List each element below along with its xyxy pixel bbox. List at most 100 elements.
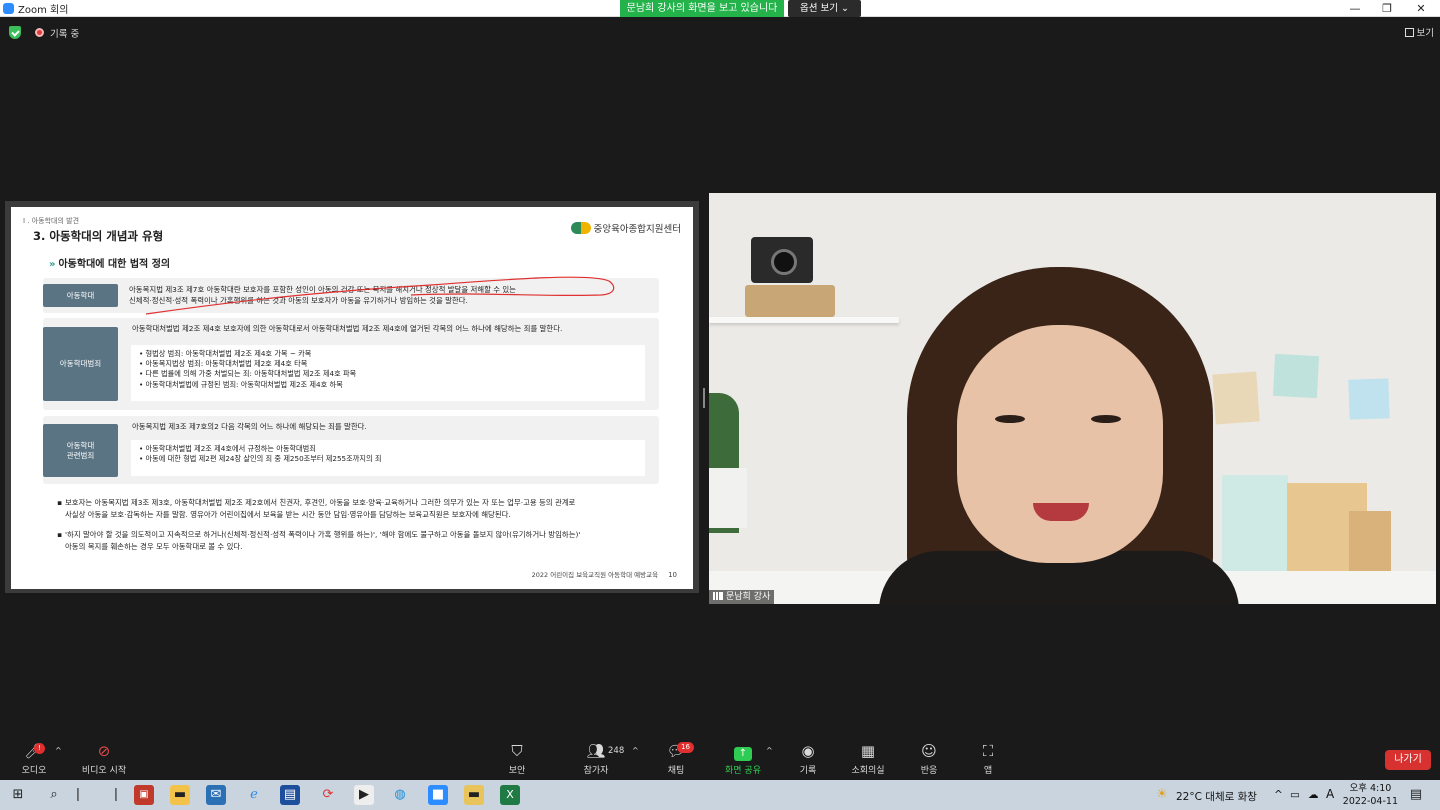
definition-row-related-crime: 아동학대 관련범죄 아동복지법 제3조 제7호의2 다음 각목의 어느 하나에 … <box>43 416 659 484</box>
breakout-label: 소회의실 <box>851 766 885 776</box>
section-heading-text: 아동학대에 대한 법적 정의 <box>58 259 171 270</box>
tray-chevron-icon[interactable]: ^ <box>1274 789 1283 801</box>
list-item: • 아동학대처벌법에 규정된 범죄: 아동학대처벌법 제2조 제4호 하목 <box>139 379 343 389</box>
mouth <box>1033 503 1089 521</box>
audio-caret-icon[interactable]: ^ <box>55 746 62 755</box>
zoom-app-icon <box>3 3 14 14</box>
mail-icon[interactable]: ✉ <box>206 785 226 805</box>
participant-name: 문남희 강사 <box>726 592 771 602</box>
split-divider-handle[interactable] <box>703 388 705 408</box>
list-item: • 아동에 대한 형법 제2편 제24장 살인의 죄 중 제250조부터 제25… <box>139 454 382 464</box>
share-caret-icon[interactable]: ^ <box>766 746 773 755</box>
taskbar-clock[interactable]: 오후 4:10 2022-04-11 <box>1343 782 1398 808</box>
audio-warning-badge: ! <box>34 743 45 754</box>
note-definition: ▪ '하지 말아야 할 것을 의도적이고 지속적으로 하거나(신체적·정신적·성… <box>57 529 655 553</box>
windows-start-icon[interactable]: ⊞ <box>8 785 28 805</box>
share-screen-button[interactable]: ↑ 화면 공유 <box>718 742 768 778</box>
apps-button[interactable]: ⛶ 앱 <box>978 742 998 778</box>
taskbar-app-icon[interactable]: ⟳ <box>318 785 338 805</box>
chat-unread-badge: 16 <box>677 742 694 753</box>
definition-tag: 아동학대 <box>43 284 118 307</box>
note-line: 사실상 아동을 보호·감독하는 자를 말함. 영유아가 어린이집에서 보육을 받… <box>65 509 511 519</box>
page-number: 10 <box>668 571 677 579</box>
weather-icon: ☀ <box>1156 787 1168 802</box>
ie-browser-icon[interactable]: ℯ <box>244 785 264 805</box>
close-button[interactable]: ✕ <box>1404 0 1438 17</box>
pencil-holder-prop <box>1349 511 1391 571</box>
sticky-note-prop <box>1212 371 1260 425</box>
presentation-slide: I . 아동학대의 발견 3. 아동학대의 개념과 유형 중앙육아종합지원센터 … <box>11 207 693 589</box>
view-options-button[interactable]: 옵션 보기 ⌄ <box>788 0 861 17</box>
note-guardian: ▪ 보호자는 아동복지법 제3조 제3호, 아동학대처벌법 제2조 제2호에서 … <box>57 497 655 521</box>
definition-row-child-abuse: 아동학대 아동복지법 제3조 제7호 아동학대란 보호자를 포함한 성인이 아동… <box>43 278 659 313</box>
security-button[interactable]: ⛉ 보안 <box>502 742 532 778</box>
task-view-icon[interactable]: ❘ <box>68 785 88 805</box>
view-label: 보기 <box>1416 28 1434 39</box>
wall-shelf <box>709 317 899 323</box>
audio-label: 오디오 <box>21 766 47 776</box>
start-video-button[interactable]: ⊘ 비디오 시작 <box>76 742 132 778</box>
reactions-label: 반응 <box>920 766 938 776</box>
zoom-taskbar-icon[interactable]: ■ <box>428 785 448 805</box>
breakout-rooms-button[interactable]: ▦ 소회의실 <box>848 742 888 778</box>
definition-list-box: • 아동학대처벌법 제2조 제4호에서 규정하는 아동학대범죄 • 아동에 대한… <box>131 440 645 476</box>
leave-meeting-button[interactable]: 나가기 <box>1385 750 1431 770</box>
smiley-plus-icon: ☺ <box>921 742 937 760</box>
taskbar-app-icon[interactable]: ❘ <box>106 785 126 805</box>
presenter-video: 문남희 강사 <box>709 193 1436 604</box>
store-icon[interactable]: ▤ <box>280 785 300 805</box>
grid-icon <box>1404 28 1414 37</box>
camera-prop <box>751 237 813 283</box>
section-heading: » 아동학대에 대한 법적 정의 <box>49 255 170 270</box>
record-label: 기록 <box>799 766 817 776</box>
signal-bars-icon <box>713 592 723 600</box>
shared-screen: I . 아동학대의 발견 3. 아동학대의 개념과 유형 중앙육아종합지원센터 … <box>5 201 699 593</box>
folder-icon[interactable]: ▬ <box>464 785 484 805</box>
weather-text[interactable]: 22°C 대체로 화창 <box>1176 789 1257 804</box>
media-player-icon[interactable]: ▶ <box>354 785 374 805</box>
reactions-button[interactable]: ☺ 반응 <box>916 742 942 778</box>
clock-time: 오후 4:10 <box>1349 783 1392 794</box>
participants-count: 248 <box>608 746 625 756</box>
notifications-icon[interactable]: ▤ <box>1406 785 1426 805</box>
list-item: • 다른 법률에 의해 가중 처벌되는 죄: 아동학대처벌법 제2조 제4호 파… <box>139 369 357 379</box>
file-explorer-icon[interactable]: ▬ <box>170 785 190 805</box>
participants-label: 참가자 <box>583 766 609 776</box>
network-icon[interactable]: ▭ <box>1290 789 1300 801</box>
share-label: 화면 공유 <box>725 766 761 776</box>
list-item: • 형법상 범죄: 아동학대처벌법 제2조 제4호 가목 ~ 카목 <box>139 349 312 358</box>
footer-text: 2022 어린이집 보육교직원 아동학대 예방교육 <box>531 571 659 579</box>
minimize-button[interactable]: — <box>1338 0 1372 17</box>
security-shield-icon[interactable] <box>9 26 21 39</box>
taskbar-app-icon[interactable]: ▣ <box>134 785 154 805</box>
record-icon: ◉ <box>801 742 815 760</box>
participants-caret-icon[interactable]: ^ <box>632 746 639 755</box>
recording-label: 기록 중 <box>50 29 80 40</box>
definition-text: 아동복지법 제3조 제7호 아동학대란 보호자를 포함한 성인이 아동의 건강 … <box>129 285 516 306</box>
org-logo: 중앙육아종합지원센터 <box>570 221 681 235</box>
eye <box>995 415 1025 423</box>
note-line: 보호자는 아동복지법 제3조 제3호, 아동학대처벌법 제2조 제2호에서 친권… <box>65 498 576 507</box>
edge-browser-icon[interactable]: ◍ <box>390 785 410 805</box>
search-icon[interactable]: ⌕ <box>44 785 64 805</box>
definition-row-abuse-crime: 아동학대범죄 아동학대처벌법 제2조 제4호 보호자에 의한 아동학대로서 아동… <box>43 318 659 410</box>
apps-label: 앱 <box>983 766 993 776</box>
video-label: 비디오 시작 <box>81 766 127 776</box>
definition-tag: 아동학대 관련범죄 <box>43 424 118 477</box>
clock-date: 2022-04-11 <box>1342 796 1398 807</box>
meeting-toolbar: 🎤︎ 오디오 ! ^ ⊘ 비디오 시작 ⛉ 보안 👥︎ 참가자 248 ^ 💬︎… <box>0 738 1440 780</box>
maximize-button[interactable]: ❐ <box>1370 0 1404 17</box>
slide-breadcrumb: I . 아동학대의 발견 <box>23 217 80 225</box>
sticky-note-prop <box>1348 378 1390 420</box>
bullet-icon: ▪ <box>57 530 63 539</box>
slide-title: 3. 아동학대의 개념과 유형 <box>33 229 164 243</box>
video-off-icon: ⊘ <box>97 742 111 760</box>
cloud-icon[interactable]: ☁ <box>1308 789 1319 801</box>
excel-icon[interactable]: X <box>500 785 520 805</box>
ime-indicator[interactable]: A <box>1326 787 1334 801</box>
definition-intro: 아동학대처벌법 제2조 제4호 보호자에 의한 아동학대로서 아동학대처벌법 제… <box>132 324 563 333</box>
record-button[interactable]: ◉ 기록 <box>796 742 820 778</box>
view-button[interactable]: 보기 <box>1404 25 1434 39</box>
org-logo-mark-icon <box>570 222 591 234</box>
screen-share-banner: 문남희 강사의 화면을 보고 있습니다 <box>620 0 784 17</box>
